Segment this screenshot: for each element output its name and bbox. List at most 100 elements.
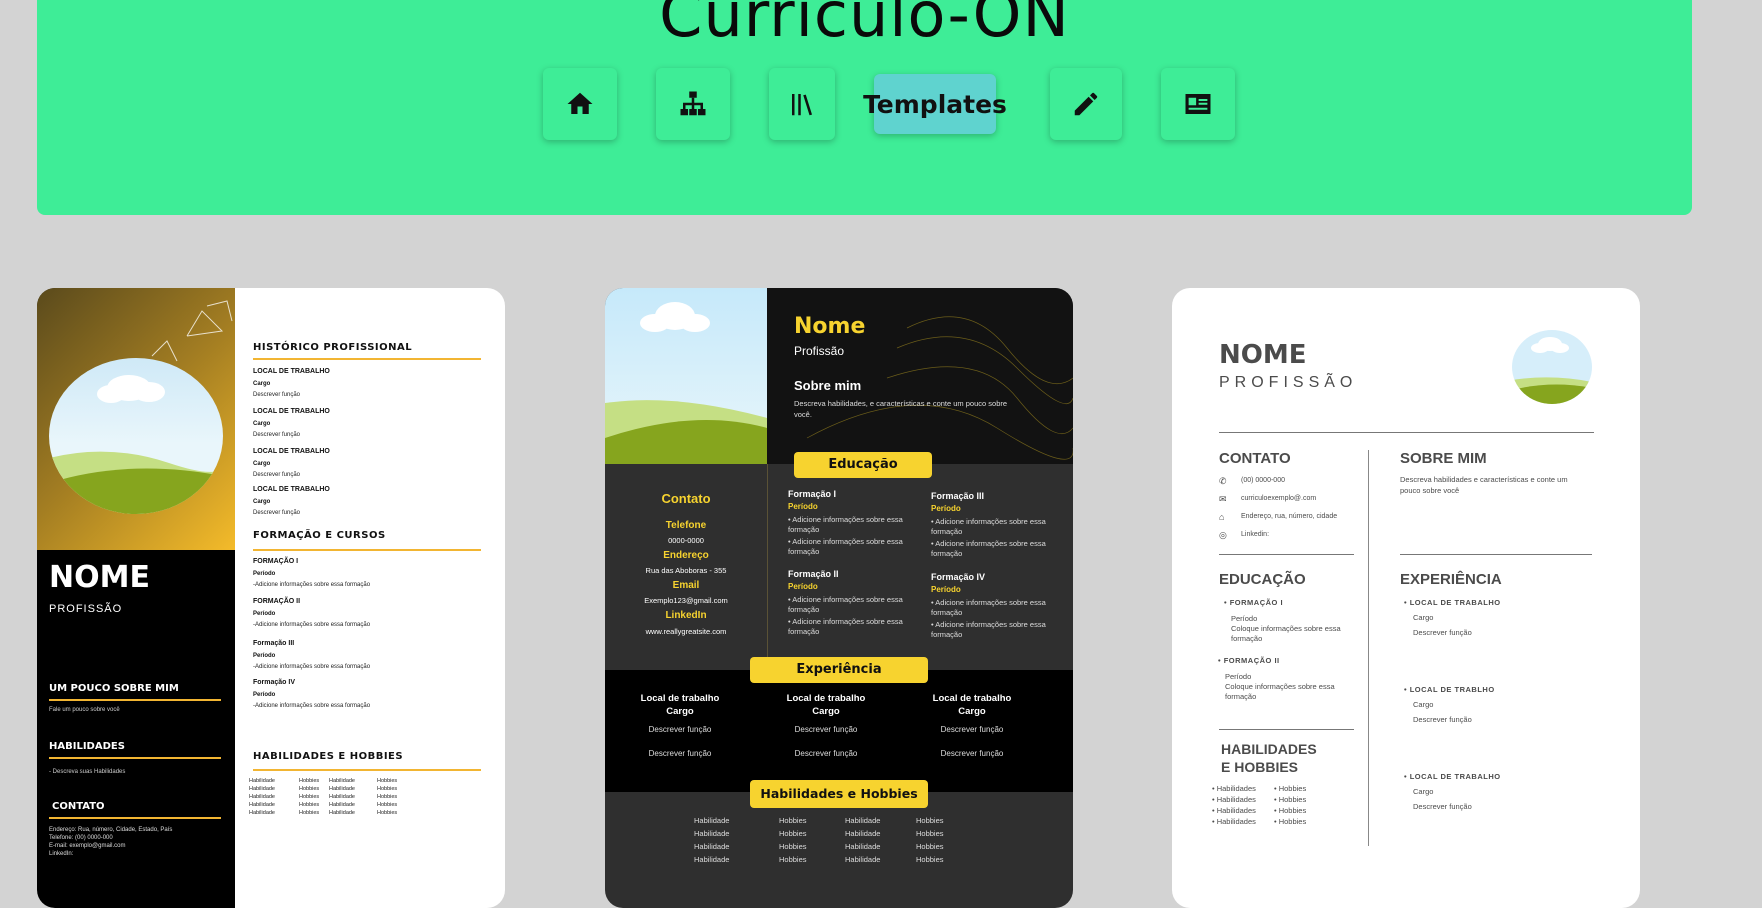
t2-hobby-item: Hobbies [916, 829, 944, 838]
divider [1219, 729, 1354, 730]
t2-address: Rua das Aboboras - 355 [645, 566, 727, 575]
t3-hobbies-title-2: E HOBBIES [1221, 759, 1299, 775]
t2-course-item: • Adicione informações sobre essa formaç… [931, 539, 1046, 558]
t3-hobby-item: • Hobbies [1274, 784, 1307, 793]
t2-course-item: • Adicione informações sobre essa formaç… [931, 598, 1046, 617]
t3-course-name: • FORMAÇÃO II [1218, 656, 1280, 665]
t3-job-desc: Descrever função [1413, 802, 1472, 811]
t2-course-period: Período [931, 585, 961, 594]
t1-job-desc: Descrever função [253, 392, 301, 398]
t3-course-desc: Coloque informações sobre essa formação [1231, 624, 1341, 643]
t1-skills-text: - Descreva suas Habilidades [49, 769, 126, 775]
nav-sitemap-button[interactable] [656, 68, 730, 140]
t1-job-place: LOCAL DE TRABALHO [253, 448, 330, 455]
t2-job-desc: Descrever função [794, 725, 858, 734]
t2-experience-title: Experiência [750, 657, 928, 683]
t2-course-name: Formação II [788, 569, 839, 579]
hobby-item: Hobbies [377, 802, 398, 808]
t2-job-role: Cargo [812, 706, 840, 717]
template-card-1[interactable]: NOME PROFISSÃO UM POUCO SOBRE MIM Fale u… [37, 288, 505, 908]
t1-job-place: LOCAL DE TRABALHO [253, 486, 330, 493]
t3-job-place: • LOCAL DE TRABLHO [1404, 685, 1495, 694]
t1-contact-line: E-mail: exemplo@gmail.com [49, 843, 126, 849]
t2-profession: Profissão [794, 344, 845, 358]
hobby-item: Hobbies [377, 778, 398, 784]
t2-phone-label: Telefone [665, 520, 707, 531]
hobby-item: Habilidade [329, 802, 355, 808]
hobby-item: Habilidade [329, 786, 355, 792]
hobby-item: Hobbies [299, 786, 320, 792]
t2-contact-title: Contato [661, 491, 711, 506]
id-card-icon [1185, 94, 1211, 114]
hobby-item: Hobbies [299, 810, 320, 816]
t2-phone: 0000-0000 [668, 536, 704, 545]
t1-profession: PROFISSÃO [49, 603, 123, 615]
t2-linkedin: www.reallygreatsite.com [645, 627, 727, 636]
t2-job-place: Local de trabalho [640, 693, 720, 704]
t3-experience-title: EXPERIÊNCIA [1400, 571, 1502, 588]
nav-home-button[interactable] [543, 68, 617, 140]
t2-job-desc: Descrever função [940, 725, 1004, 734]
t1-contact-line: Telefone: (00) 0000-000 [49, 835, 113, 841]
t2-hobby-item: Habilidade [845, 816, 881, 825]
nav-templates-button[interactable]: Templates [863, 74, 1007, 134]
nav-card-button[interactable] [1161, 68, 1235, 140]
globe-icon: ◎ [1219, 530, 1227, 540]
t1-contact-line: LinkedIn: [49, 851, 74, 857]
divider [1400, 554, 1592, 555]
t1-about-title: UM POUCO SOBRE MIM [49, 683, 179, 694]
t3-course-name: • FORMAÇÃO I [1224, 598, 1284, 607]
t1-contact-line: Endereço: Rua, número, Cidade, Estado, P… [49, 827, 173, 833]
t2-hobby-item: Habilidade [845, 842, 881, 851]
t2-address-label: Endereço [663, 550, 709, 561]
t1-course-desc: -Adicione informações sobre essa formaçã… [253, 622, 371, 628]
t3-skill-item: • Habilidades [1212, 784, 1256, 793]
t2-course-item: • Adicione informações sobre essa formaç… [788, 595, 903, 614]
geometric-lines-icon [151, 300, 233, 362]
t1-about-text: Fale um pouco sobre você [49, 707, 120, 713]
landscape-image [1512, 330, 1592, 404]
t3-contact-title: CONTATO [1219, 450, 1291, 467]
t3-job-role: Cargo [1413, 613, 1434, 622]
hobby-item: Habilidade [329, 778, 355, 784]
t2-name: Nome [794, 314, 866, 339]
t2-hobby-item: Habilidade [694, 829, 730, 838]
home-icon [567, 92, 593, 114]
t3-about-title: SOBRE MIM [1400, 450, 1487, 467]
hobby-item: Habilidade [249, 786, 275, 792]
t2-email-label: Email [672, 580, 700, 591]
t1-photo-area [37, 288, 235, 550]
t1-job-place: LOCAL DE TRABALHO [253, 368, 330, 375]
t2-job-desc: Descrever função [794, 749, 858, 758]
t1-job-role: Cargo [253, 461, 271, 467]
template-card-2[interactable]: Nome Profissão Sobre mim Descreva habili… [605, 288, 1073, 908]
t2-hobby-item: Habilidade [694, 842, 730, 851]
t1-course-desc: -Adicione informações sobre essa formaçã… [253, 582, 371, 588]
template-card-3[interactable]: NOME PROFISSÃO CONTATO SOBRE MIM Descrev… [1172, 288, 1640, 908]
t3-skill-item: • Habilidades [1212, 817, 1256, 826]
t3-hobby-item: • Hobbies [1274, 795, 1307, 804]
hobby-item: Habilidade [329, 810, 355, 816]
location-icon: ⌂ [1219, 512, 1225, 522]
t2-course-period: Período [931, 504, 961, 513]
nav-books-button[interactable] [769, 68, 835, 140]
divider [253, 769, 481, 771]
t3-job-desc: Descrever função [1413, 715, 1472, 724]
t2-about-title: Sobre mim [794, 378, 862, 393]
t3-contact-text: Endereço, rua, número, cidade [1241, 513, 1338, 520]
nav-edit-button[interactable] [1050, 68, 1122, 140]
t1-course-name: Formação IV [253, 679, 296, 686]
t2-job-place: Local de trabalho [786, 693, 866, 704]
t1-course-desc: -Adicione informações sobre essa formaçã… [253, 664, 371, 670]
t1-job-role: Cargo [253, 499, 271, 505]
hobby-item: Hobbies [299, 778, 320, 784]
t1-course-period: Período [253, 692, 276, 698]
t2-job-desc: Descrever função [940, 749, 1004, 758]
t3-job-place: • LOCAL DE TRABALHO [1404, 598, 1501, 607]
divider [1219, 432, 1594, 433]
hobby-item: Habilidade [249, 802, 275, 808]
t3-name: NOME [1219, 340, 1307, 370]
t3-hobbies-title-1: HABILIDADES [1221, 741, 1317, 757]
t1-job-role: Cargo [253, 421, 271, 427]
divider [253, 549, 481, 551]
